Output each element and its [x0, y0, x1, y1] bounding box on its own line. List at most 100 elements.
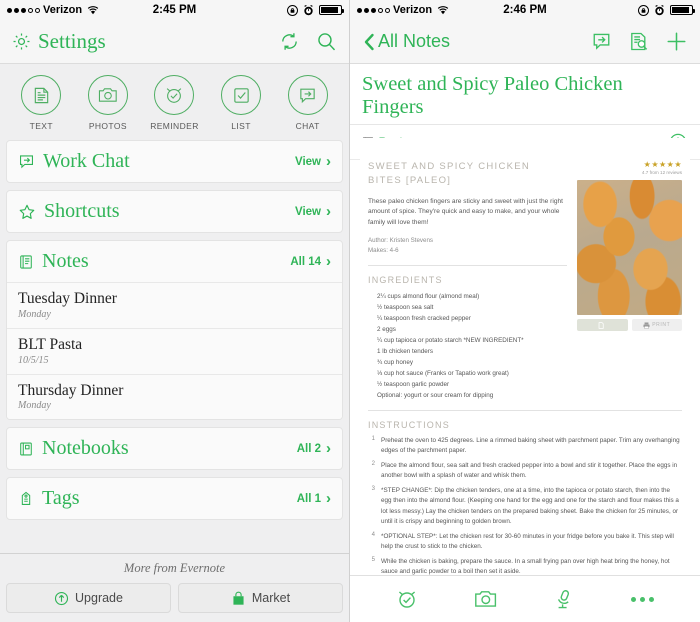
work-chat-share-icon[interactable] — [591, 31, 612, 52]
signal-dots-icon — [357, 7, 390, 13]
reminder-alarm-icon[interactable] — [396, 588, 418, 610]
text-note-icon — [21, 75, 62, 115]
settings-card-list: Work Chat View › Shortcuts View › Notes … — [0, 140, 349, 521]
status-bar-signal: Verizon — [7, 4, 99, 16]
instruction-number: 4 — [371, 531, 375, 538]
quick-action-label: CHAT — [295, 121, 320, 131]
ingredient-item: 2¼ cups almond flour (almond meal) — [377, 293, 480, 300]
card-action[interactable]: All 14 › — [290, 254, 331, 269]
ingredient-item: 1 lb chicken tenders — [377, 348, 434, 356]
recipe-photo — [577, 180, 682, 315]
quick-action-label: LIST — [231, 121, 251, 131]
rotation-lock-icon — [638, 4, 649, 16]
chevron-right-icon: › — [326, 153, 331, 170]
note-title: Tuesday Dinner — [18, 290, 117, 307]
print-button[interactable]: PRINT — [631, 319, 682, 331]
card-action[interactable]: View › — [295, 154, 331, 169]
rating-stars: ★★★★★ — [643, 160, 682, 169]
card-action-label: View — [295, 205, 321, 218]
card-tags[interactable]: Tags All 1 › — [6, 477, 343, 521]
note-title-block: Sweet and Spicy Paleo Chicken Fingers — [350, 64, 700, 126]
card-action[interactable]: View › — [295, 204, 331, 219]
instruction-number: 5 — [371, 556, 375, 563]
search-icon[interactable] — [316, 31, 337, 52]
left-screen-settings: Verizon 2:45 PM Settings TEXT PHOTOS REM… — [0, 0, 350, 622]
notebook-icon — [18, 441, 34, 457]
card-action[interactable]: All 1 › — [297, 491, 331, 506]
plus-icon[interactable] — [665, 30, 688, 53]
note-date: 10/5/15 — [18, 354, 49, 366]
quick-action-photos[interactable]: PHOTOS — [77, 75, 139, 131]
card-shortcuts[interactable]: Shortcuts View › — [6, 190, 343, 233]
ingredient-item: Optional: yogurt or sour cream for dippi… — [377, 392, 494, 400]
card-title: Tags — [42, 487, 80, 510]
search-in-note-icon[interactable] — [628, 31, 649, 52]
quick-action-chat[interactable]: CHAT — [277, 75, 339, 131]
recipe-description: These paleo chicken fingers are sticky a… — [368, 197, 563, 227]
instruction-text: Preheat the oven to 425 degrees. Line a … — [381, 437, 680, 455]
chevron-left-icon[interactable] — [362, 32, 376, 52]
note-title[interactable]: Sweet and Spicy Paleo Chicken Fingers — [362, 73, 688, 118]
instruction-item: 4 *OPTIONAL STEP*: Let the chicken rest f… — [368, 532, 682, 552]
card-action-label: All 1 — [296, 492, 321, 505]
card-title: Shortcuts — [44, 200, 120, 222]
status-bar-left: Verizon 2:45 PM — [0, 0, 349, 20]
card-action-label: All 2 — [296, 442, 321, 455]
rotation-lock-icon — [287, 4, 298, 16]
alarm-icon — [303, 4, 314, 16]
alarm-clock-icon — [154, 75, 195, 115]
microphone-icon[interactable] — [553, 588, 575, 610]
card-action-label: View — [295, 155, 321, 168]
instruction-text: *OPTIONAL STEP*: Let the chicken rest fo… — [381, 532, 674, 550]
upgrade-label: Upgrade — [75, 591, 123, 605]
recipe-makes: Makes: 4-6 — [368, 247, 399, 255]
note-body-webclip[interactable]: SWEET AND SPICY CHICKEN BITES [PALEO] Th… — [360, 138, 690, 575]
card-work-chat[interactable]: Work Chat View › — [6, 140, 343, 183]
instruction-text: While the chicken is baking, prepare the… — [381, 557, 670, 575]
quick-action-reminder[interactable]: REMINDER — [143, 75, 205, 131]
recipe-author: Author: Kristen Stevens — [368, 237, 434, 245]
camera-icon[interactable] — [474, 588, 498, 610]
note-title: Thursday Dinner — [18, 381, 124, 399]
back-button-label[interactable]: All Notes — [378, 31, 450, 52]
star-icon — [18, 203, 36, 221]
ingredient-item: ¾ cup honey — [377, 359, 414, 367]
left-navbar: Settings — [0, 20, 349, 64]
gear-icon[interactable] — [12, 32, 31, 51]
signal-dots-icon — [7, 7, 40, 13]
ingredient-item: ½ teaspoon sea salt — [377, 304, 434, 312]
camera-icon — [87, 75, 128, 115]
quick-action-text[interactable]: TEXT — [10, 75, 72, 131]
carrier-label: Verizon — [393, 4, 433, 16]
instruction-text: Place the almond flour, sea salt and fre… — [381, 462, 678, 480]
page-icon — [598, 321, 604, 329]
quick-action-list[interactable]: LIST — [210, 75, 272, 131]
instruction-number: 3 — [371, 486, 375, 493]
sync-icon[interactable] — [279, 31, 300, 52]
rating-text: 4.7 from 12 reviews — [641, 170, 682, 175]
list-item[interactable]: BLT Pasta 10/5/15 — [7, 327, 342, 374]
alarm-icon — [654, 4, 665, 16]
card-action[interactable]: All 2 › — [297, 441, 331, 456]
ingredient-item: ½ teaspoon garlic powder — [377, 381, 450, 389]
market-button[interactable]: Market — [178, 583, 343, 613]
upgrade-button[interactable]: Upgrade — [6, 583, 171, 613]
note-date: Monday — [18, 400, 51, 412]
list-item[interactable]: Tuesday Dinner Monday — [7, 282, 342, 328]
instructions-list: 1 Preheat the oven to 425 degrees. Line a… — [368, 436, 682, 575]
right-screen-note: Verizon 2:46 PM All Notes Sweet and Spic… — [350, 0, 700, 622]
more-dots-icon[interactable] — [631, 596, 655, 602]
list-item[interactable]: Thursday Dinner Monday — [7, 373, 342, 420]
divider — [368, 410, 682, 412]
wifi-icon — [87, 5, 99, 15]
instruction-number: 2 — [371, 461, 375, 468]
card-notebooks[interactable]: Notebooks All 2 › — [6, 427, 343, 471]
tag-icon — [18, 491, 34, 507]
page-button[interactable] — [577, 319, 628, 331]
status-bar-right: Verizon 2:46 PM — [350, 0, 700, 20]
printer-icon — [643, 321, 650, 329]
chevron-right-icon: › — [326, 440, 331, 458]
card-notes[interactable]: Notes All 14 › Tuesday Dinner Monday BLT… — [6, 240, 343, 421]
chat-icon — [287, 75, 328, 115]
recipe-media-column: ★★★★★ 4.7 from 12 reviews PRINT — [577, 160, 682, 401]
